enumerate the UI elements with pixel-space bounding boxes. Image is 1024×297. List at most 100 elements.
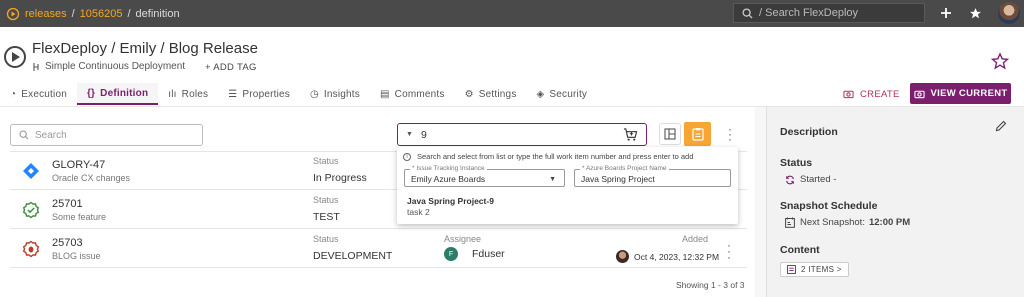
panel-gutter — [755, 107, 766, 297]
board-view-button[interactable] — [659, 123, 681, 145]
view-current-label: VIEW CURRENT — [930, 88, 1008, 99]
camera-icon — [913, 90, 925, 98]
work-item-id[interactable]: GLORY-47 — [52, 159, 105, 171]
tab-execution[interactable]: ◔ Execution — [0, 83, 77, 105]
breadcrumb-separator: / — [71, 7, 75, 20]
create-snapshot-button[interactable]: CREATE — [843, 84, 900, 104]
breadcrumb-release-id[interactable]: 1056205 — [80, 8, 123, 20]
row-more-icon[interactable]: · · · — [726, 239, 732, 263]
add-icon[interactable] — [938, 5, 954, 21]
execution-icon: ◔ — [10, 88, 17, 100]
pipeline-name: Simple Continuous Deployment — [45, 61, 186, 72]
status-label: Status — [313, 234, 339, 244]
work-item-id[interactable]: 25701 — [52, 198, 83, 210]
clipboard-icon — [691, 128, 704, 141]
azure-project-field[interactable]: * Azure Boards Project Name Java Spring … — [574, 165, 731, 187]
tab-label: Security — [549, 88, 588, 100]
status-value: DEVELOPMENT — [313, 250, 393, 262]
breadcrumb: releases / 1056205 / definition — [0, 7, 180, 21]
tab-roles[interactable]: ılı Roles — [158, 83, 218, 105]
pipeline-icon — [33, 62, 39, 71]
work-item-row[interactable]: 25703 BLOG issue Status DEVELOPMENT Assi… — [10, 230, 747, 268]
work-item-id[interactable]: 25703 — [52, 237, 83, 249]
tab-label: Insights — [323, 88, 360, 100]
field-label: * Azure Boards Project Name — [580, 165, 669, 172]
issue-tracking-instance-select[interactable]: * Issue Tracking Instance Emily Azure Bo… — [404, 165, 565, 187]
gear-icon: ⚙ — [464, 88, 474, 100]
tab-comments[interactable]: ▤ Comments — [370, 83, 455, 105]
breadcrumb-releases[interactable]: releases — [25, 8, 67, 20]
chevron-down-icon[interactable]: ▼ — [406, 131, 413, 138]
next-snapshot-label: Next Snapshot: — [800, 217, 865, 228]
added-label: Added — [682, 234, 709, 244]
tab-properties[interactable]: ☰ Properties — [218, 83, 300, 105]
work-item-desc: BLOG issue — [52, 251, 101, 261]
user-avatar[interactable] — [998, 2, 1020, 24]
field-label: * Issue Tracking Instance — [410, 165, 487, 172]
assignee-value: F Fduser — [444, 247, 505, 261]
assignee-avatar: F — [444, 247, 458, 261]
dropdown-hint: i Search and select from list or type th… — [403, 152, 693, 161]
field-value: Emily Azure Boards — [411, 174, 486, 184]
work-item-search-input[interactable]: ▼ 9 — [397, 123, 647, 146]
tab-insights[interactable]: ◷ Insights — [300, 83, 370, 105]
page-title: FlexDeploy / Emily / Blog Release — [32, 40, 258, 57]
search-placeholder: Search — [35, 129, 67, 141]
edit-pencil-icon[interactable] — [995, 120, 1007, 135]
list-view-button[interactable] — [684, 122, 711, 146]
tab-security[interactable]: ◈ Security — [527, 83, 598, 105]
search-icon — [19, 130, 29, 140]
result-title[interactable]: Java Spring Project-9 — [407, 196, 494, 206]
items-icon — [787, 265, 796, 274]
work-item-dropdown: i Search and select from list or type th… — [397, 147, 738, 224]
check-circle-icon — [22, 201, 40, 219]
add-tag-button[interactable]: + ADD TAG — [205, 62, 257, 73]
added-date: Oct 4, 2023, 12:32 PM — [634, 251, 720, 262]
insights-icon: ◷ — [309, 88, 319, 100]
roles-icon: ılı — [168, 88, 177, 100]
releases-icon — [6, 7, 20, 20]
code-icon: {} — [86, 87, 96, 99]
status-label: Status — [313, 156, 339, 166]
added-value: Oct 4, 2023, 12:32 PM — [616, 250, 719, 263]
tab-bar: ◔ Execution {} Definition ılı Roles ☰ Proper… — [0, 83, 597, 105]
assignee-label: Assignee — [444, 234, 482, 244]
hint-text: Search and select from list or type the … — [417, 152, 694, 161]
comment-icon: ▤ — [380, 88, 390, 100]
shield-icon: ◈ — [536, 88, 545, 100]
status-value: In Progress — [313, 172, 367, 184]
bug-icon — [22, 240, 40, 258]
work-item-search-value: 9 — [420, 128, 427, 141]
snapshot-schedule-heading: Snapshot Schedule — [780, 200, 878, 212]
more-options-icon[interactable]: · · · — [727, 123, 733, 145]
tab-definition[interactable]: {} Definition — [76, 83, 159, 105]
search-input[interactable]: Search — [10, 124, 203, 146]
pipeline-subtitle[interactable]: Simple Continuous Deployment — [32, 61, 185, 72]
add-to-cart-icon[interactable] — [623, 127, 638, 142]
sync-icon — [786, 175, 794, 184]
view-current-button[interactable]: VIEW CURRENT — [910, 83, 1011, 104]
tab-label: Settings — [478, 88, 517, 100]
status-value: Started - — [785, 174, 836, 185]
added-by-avatar — [616, 250, 629, 263]
content-items-button[interactable]: 2 ITEMS > — [780, 262, 849, 277]
field-value: Java Spring Project — [581, 174, 655, 184]
global-search-input[interactable]: / Search FlexDeploy — [733, 3, 925, 23]
chevron-down-icon: ▼ — [549, 176, 556, 183]
tab-label: Definition — [100, 87, 149, 99]
search-icon — [742, 7, 753, 19]
status-value: TEST — [313, 211, 340, 223]
content-items-label: 2 ITEMS > — [801, 265, 842, 274]
tab-settings[interactable]: ⚙ Settings — [455, 83, 527, 105]
global-search-placeholder: / Search FlexDeploy — [759, 7, 859, 19]
star-icon[interactable] — [990, 52, 1010, 73]
list-icon: ☰ — [228, 88, 238, 100]
calendar-clock-icon — [785, 217, 795, 228]
result-subtitle[interactable]: task 2 — [407, 207, 430, 217]
create-label: CREATE — [860, 88, 900, 100]
top-bar: releases / 1056205 / definition / Search… — [0, 0, 1024, 27]
favorites-star-icon[interactable] — [967, 5, 983, 21]
tab-label: Execution — [21, 88, 67, 100]
breadcrumb-current: definition — [135, 7, 180, 20]
description-heading: Description — [780, 126, 838, 138]
